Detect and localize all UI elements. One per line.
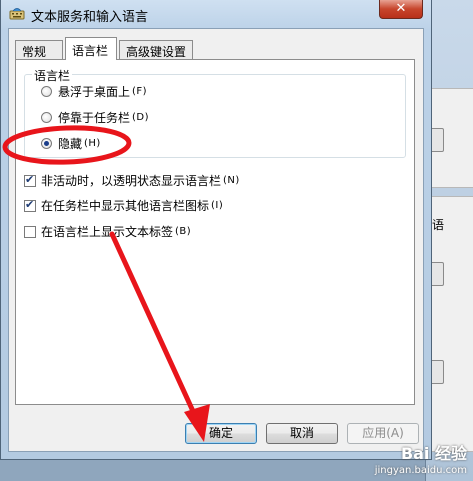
shortcut-label: (I) [211,200,224,211]
tab-label: 常规 [22,45,47,59]
radio-button[interactable] [41,112,52,123]
keyboard-icon [9,8,25,20]
shortcut-label: (N) [223,175,240,186]
shortcut-label: (F) [132,86,148,97]
checkbox[interactable] [24,198,36,212]
background-button [430,262,444,286]
background-panel [430,196,473,452]
background-button [430,128,444,152]
text-services-dialog: 文本服务和输入语言 ✕ 常规 语言栏 高级键设置 语言栏 悬浮于桌面上 (F) [0,0,432,460]
checkbox-label: 在任务栏中显示其他语言栏图标 [41,199,210,213]
title-bar[interactable]: 文本服务和输入语言 ✕ [1,0,431,28]
checkbox-show-extra-icons-in-taskbar[interactable]: 在任务栏中显示其他语言栏图标 (I) [24,197,223,214]
tab-language-bar[interactable]: 语言栏 [65,37,117,60]
checkbox[interactable] [24,225,36,238]
ok-button[interactable]: 确定 [185,423,257,444]
shortcut-label: (B) [175,226,192,237]
language-bar-panel: 语言栏 悬浮于桌面上 (F) 停靠于任务栏 (D) 隐藏 (H) ✔ 非活动时，… [15,59,415,405]
checkbox-label: 在语言栏上显示文本标签 [41,225,174,239]
radio-label: 悬浮于桌面上 [58,85,131,99]
radio-label: 隐藏 [58,137,83,151]
close-icon: ✕ [395,1,407,16]
tab-advanced-key-settings[interactable]: 高级键设置 [119,40,193,59]
groupbox-label: 语言栏 [32,67,73,84]
watermark-logo: Bai 经验 [400,444,467,463]
background-text: 语 [432,218,445,232]
radio-button-selected[interactable] [41,138,52,149]
watermark-url: jingyan.baidu.com [374,465,467,476]
window-title: 文本服务和输入语言 [31,10,149,25]
checkbox[interactable] [24,173,36,187]
shortcut-label: (H) [84,138,101,149]
radio-hidden[interactable]: 隐藏 (H) [41,135,101,152]
shortcut-label: (D) [132,112,150,123]
language-bar-groupbox: 语言栏 悬浮于桌面上 (F) 停靠于任务栏 (D) 隐藏 (H) [24,67,406,158]
radio-label: 停靠于任务栏 [58,111,131,125]
tab-label: 高级键设置 [126,45,187,59]
checkbox-transparent-when-inactive[interactable]: 非活动时，以透明状态显示语言栏 (N) [24,172,240,189]
cancel-button[interactable]: 取消 [266,423,338,444]
tab-general[interactable]: 常规 [15,40,63,59]
checkbox-show-text-labels[interactable]: 在语言栏上显示文本标签 (B) [24,223,191,240]
close-button[interactable]: ✕ [379,0,423,19]
dialog-client-area: 常规 语言栏 高级键设置 语言栏 悬浮于桌面上 (F) 停靠于任务栏 (D) 隐… [8,28,424,452]
checkbox-label: 非活动时，以透明状态显示语言栏 [41,174,222,188]
radio-float-on-desktop[interactable]: 悬浮于桌面上 (F) [41,83,147,100]
radio-dock-in-taskbar[interactable]: 停靠于任务栏 (D) [41,109,149,126]
radio-button[interactable] [41,86,52,97]
watermark: Bai 经验 jingyan.baidu.com [330,438,473,481]
background-button [430,360,444,384]
tab-label: 语言栏 [72,44,109,58]
